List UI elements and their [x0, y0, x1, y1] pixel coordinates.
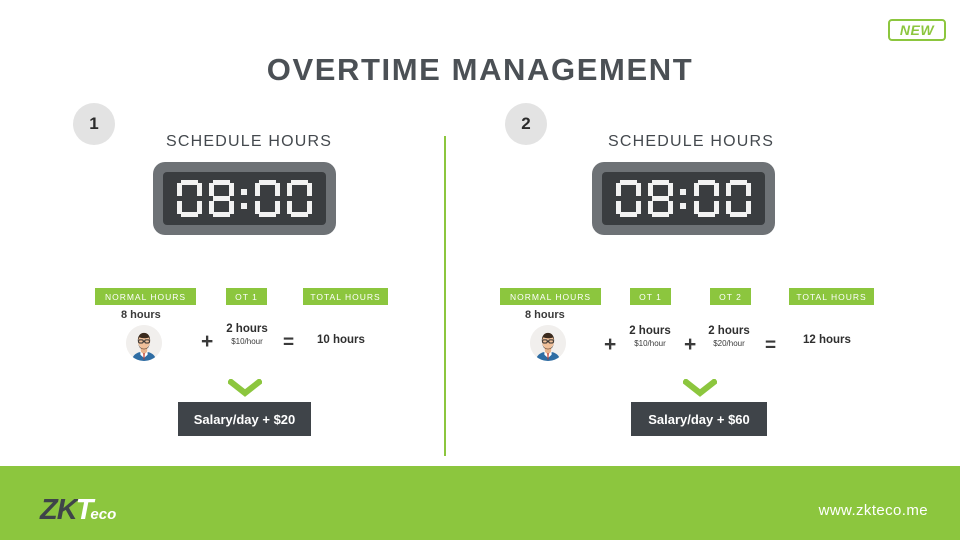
footer-bar [0, 466, 960, 540]
tag-normal-hours-1: NORMAL HOURS [95, 288, 196, 305]
tag-ot1-1: OT 1 [226, 288, 267, 305]
tag-ot1-2: OT 1 [630, 288, 671, 305]
chevron-down-icon-2 [681, 377, 719, 397]
tag-total-hours-1: TOTAL HOURS [303, 288, 388, 305]
salary-result-1: Salary/day + $20 [178, 402, 311, 436]
logo-zk-text: ZK [40, 494, 78, 526]
employee-avatar-2 [530, 325, 566, 361]
clock2-digit-0 [616, 180, 641, 217]
digital-clock-2 [592, 162, 775, 235]
zkteco-logo: ZK T eco [40, 496, 116, 525]
ot1-block-2: 2 hours $10/hour [624, 325, 676, 349]
ot2-rate-2: $20/hour [713, 339, 745, 348]
slide-root: NEW OVERTIME MANAGEMENT 1 SCHEDULE HOURS [0, 0, 960, 540]
clock-digit-1 [209, 180, 234, 217]
clock-digit-3 [287, 180, 312, 217]
schedule-hours-label-1: SCHEDULE HOURS [166, 133, 333, 150]
panel-scenario-2 [446, 0, 960, 540]
operator-plus-2-2: + [684, 333, 697, 356]
chevron-down-icon-1 [226, 377, 264, 397]
clock-face-1 [163, 172, 326, 225]
clock-face-2 [602, 172, 765, 225]
clock-digit-2 [255, 180, 280, 217]
avatar-icon [530, 325, 566, 361]
operator-plus-2-1: + [604, 333, 617, 356]
clock-digit-0 [177, 180, 202, 217]
digital-clock-1 [153, 162, 336, 235]
employee-avatar-1 [126, 325, 162, 361]
step-badge-1-label: 1 [89, 114, 99, 133]
operator-equals-1: = [283, 332, 294, 353]
clock2-digit-3 [726, 180, 751, 217]
clock2-digit-2 [694, 180, 719, 217]
ot1-rate-2: $10/hour [634, 339, 666, 348]
operator-plus-1-1: + [201, 330, 214, 353]
operator-equals-2: = [765, 335, 776, 356]
ot1-hours-2: 2 hours [629, 325, 671, 337]
tag-ot2-2: OT 2 [710, 288, 751, 305]
normal-hours-value-2: 8 hours [525, 309, 565, 321]
normal-hours-value-1: 8 hours [121, 309, 161, 321]
step-badge-2: 2 [505, 103, 547, 145]
tag-total-hours-2: TOTAL HOURS [789, 288, 874, 305]
ot1-hours-1: 2 hours [226, 323, 268, 335]
total-hours-value-2: 12 hours [803, 334, 851, 346]
logo-eco-text: eco [90, 506, 117, 523]
clock2-digit-1 [648, 180, 673, 217]
panel-scenario-1: 1 SCHEDULE HOURS NORMAL HOURS OT 1 TOTAL… [0, 0, 444, 540]
salary-result-2: Salary/day + $60 [631, 402, 767, 436]
clock-colon [241, 180, 248, 217]
step-badge-2-label: 2 [521, 114, 531, 133]
ot1-rate-1: $10/hour [231, 337, 263, 346]
step-badge-1: 1 [73, 103, 115, 145]
tag-normal-hours-2: NORMAL HOURS [500, 288, 601, 305]
schedule-hours-label-2: SCHEDULE HOURS [608, 133, 775, 150]
clock2-colon [680, 180, 687, 217]
ot1-block-1: 2 hours $10/hour [221, 323, 273, 347]
ot2-hours-2: 2 hours [708, 325, 750, 337]
total-hours-value-1: 10 hours [317, 334, 365, 346]
ot2-block-2: 2 hours $20/hour [703, 325, 755, 349]
website-url: www.zkteco.me [818, 502, 928, 519]
avatar-icon [126, 325, 162, 361]
